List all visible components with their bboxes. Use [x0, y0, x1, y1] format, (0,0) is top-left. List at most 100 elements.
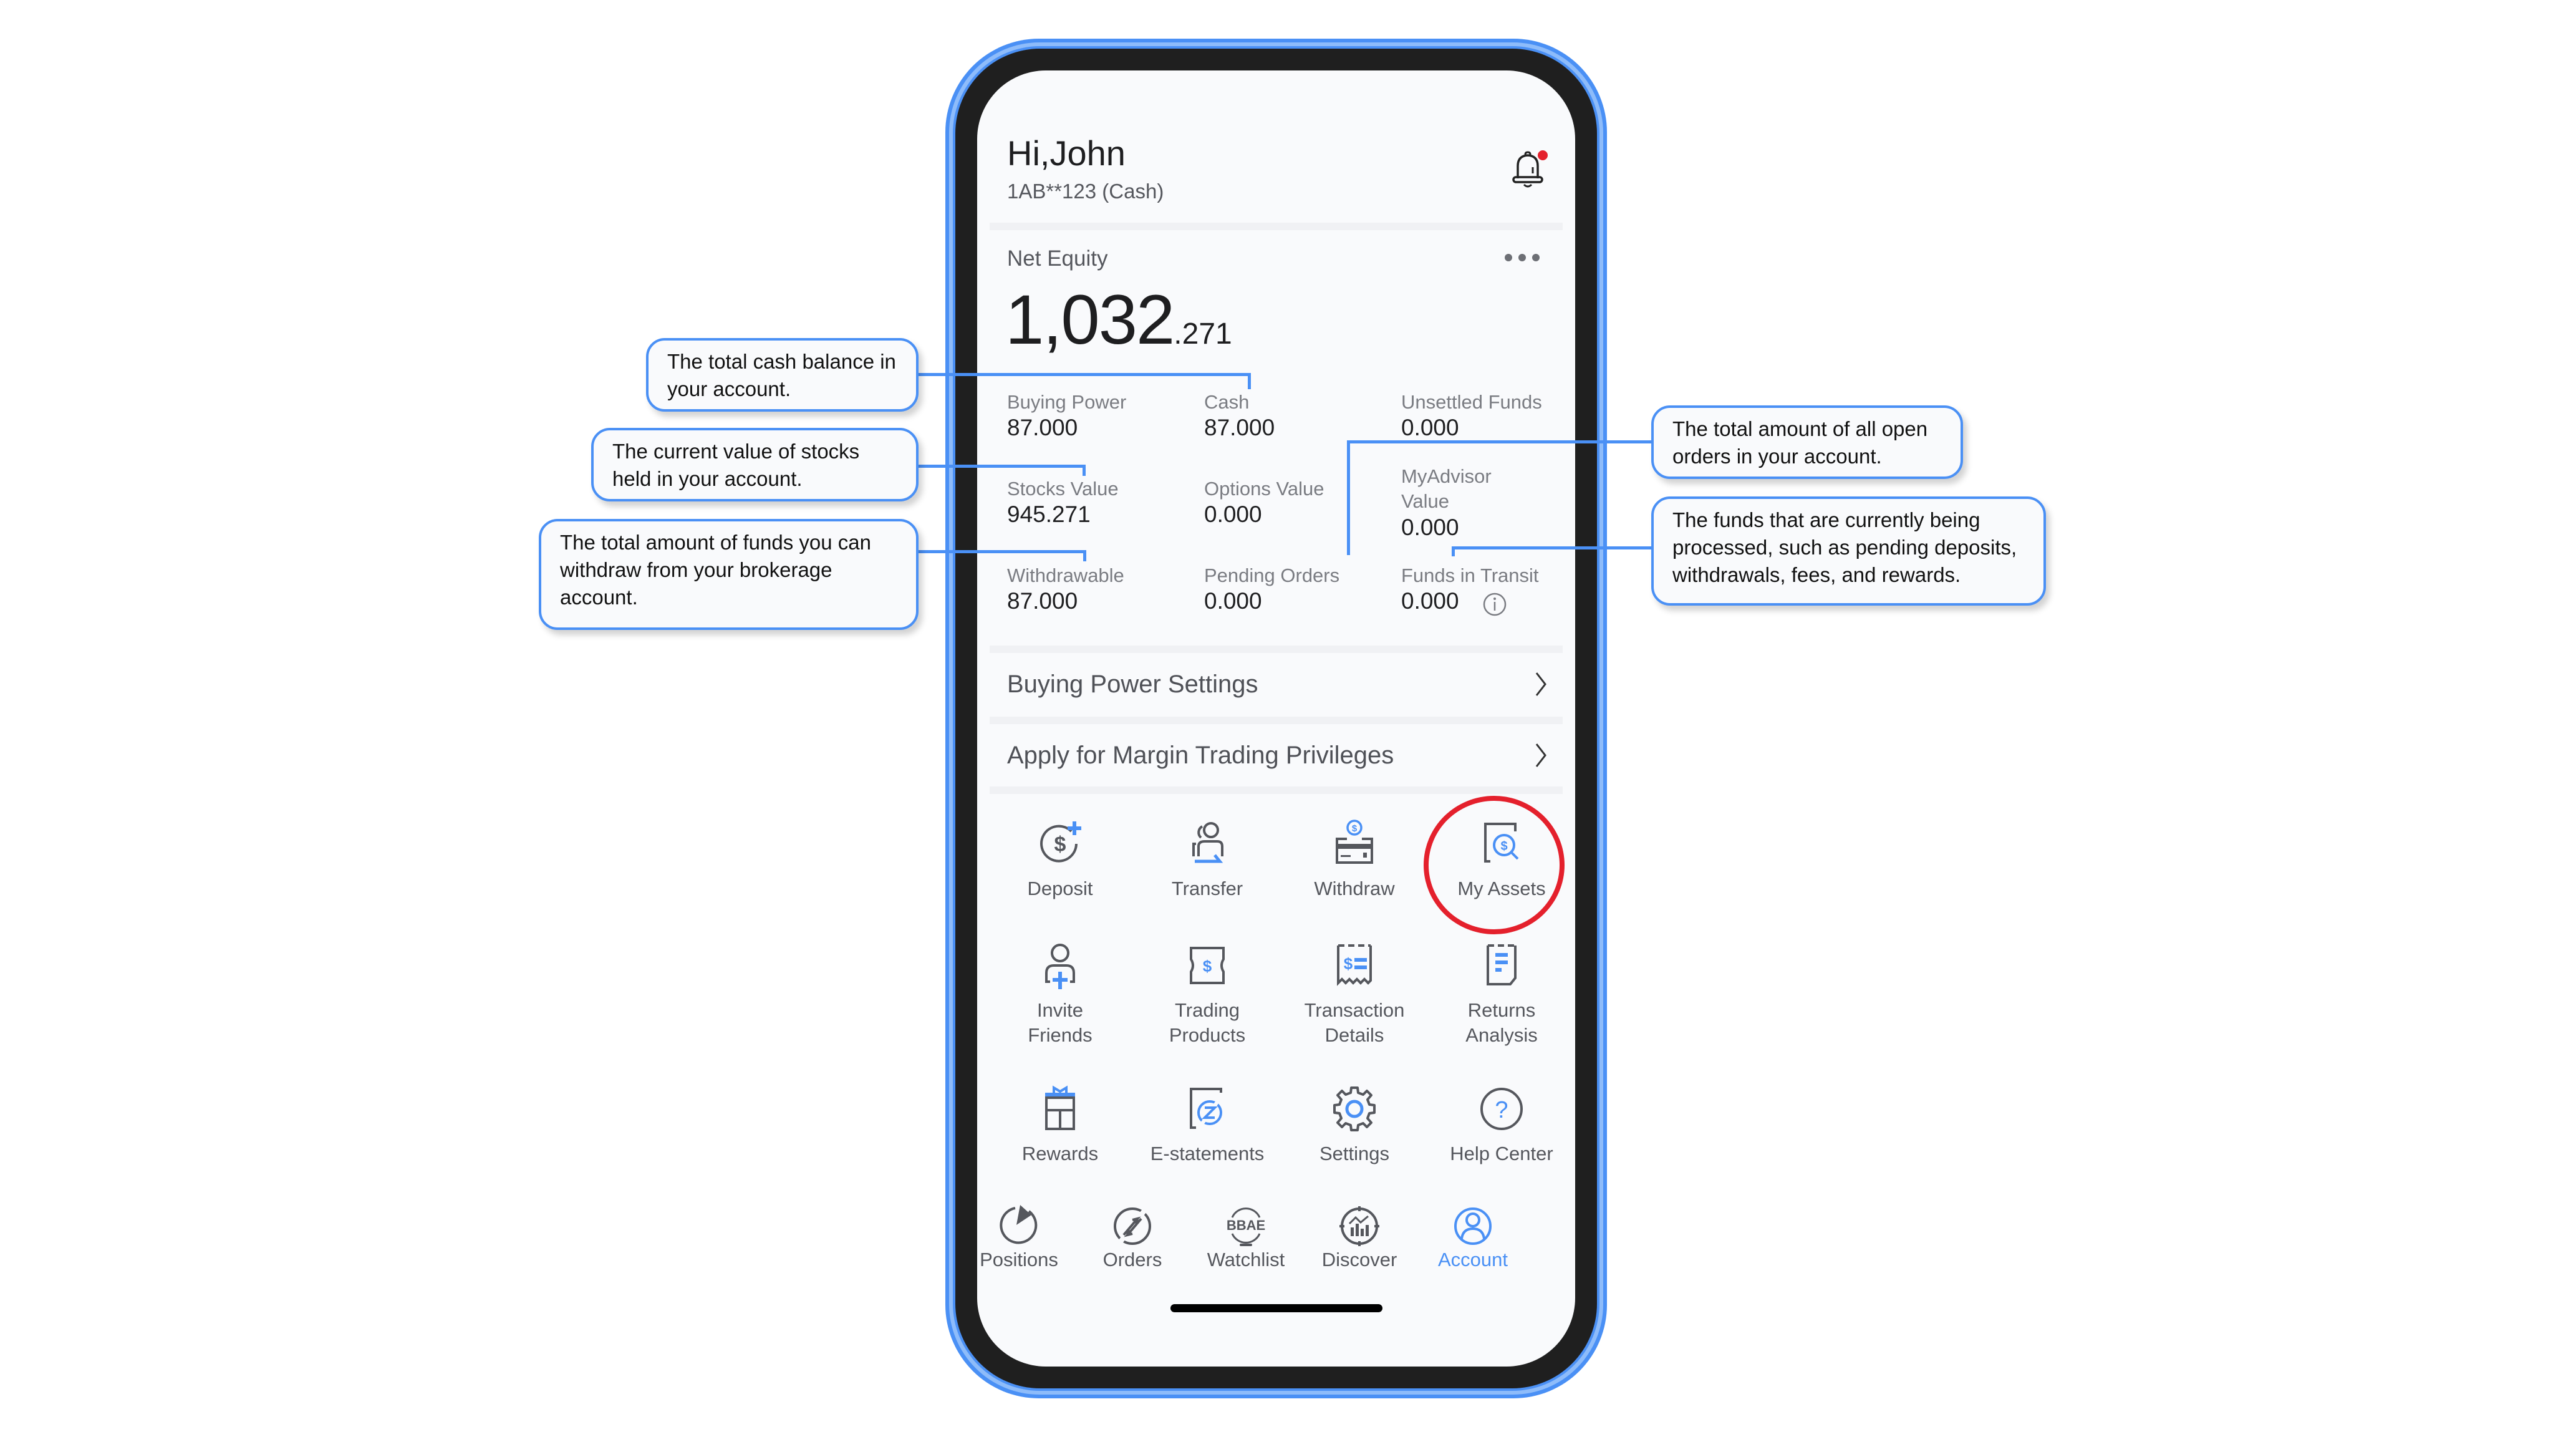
- tab-positions[interactable]: Positions: [977, 1202, 1078, 1271]
- divider: [990, 786, 1563, 794]
- returns-analysis-icon: [1487, 944, 1517, 985]
- stat-value-myadvisor-value: 0.000: [1401, 515, 1459, 540]
- help-center-icon: ?: [1480, 1088, 1523, 1130]
- grid-item-deposit[interactable]: $ Deposit: [991, 819, 1129, 901]
- grid-item-withdraw[interactable]: $ Withdraw: [1286, 819, 1423, 901]
- stat-value-withdrawable: 87.000: [1007, 588, 1078, 614]
- grid-item-label: Help Center: [1450, 1143, 1553, 1164]
- chevron-right-icon: [1535, 672, 1546, 696]
- grid-item-rewards[interactable]: Rewards: [991, 1084, 1129, 1166]
- withdraw-icon: $: [1336, 820, 1373, 864]
- grid-item-invite-friends[interactable]: Invite Friends: [991, 941, 1129, 1048]
- callout-cash: The total cash balance in your account.: [646, 338, 919, 412]
- stat-label-options-value: Options Value: [1204, 478, 1324, 500]
- info-icon: [1483, 593, 1507, 616]
- callout-stocks: The current value of stocks held in your…: [591, 428, 919, 501]
- connector-line-cash: [918, 373, 1251, 376]
- stat-value-options-value: 0.000: [1204, 501, 1262, 527]
- tab-label: Orders: [1102, 1249, 1162, 1270]
- net-equity-integer: 1,032: [1005, 281, 1175, 359]
- grid-item-label: Settings: [1319, 1143, 1389, 1164]
- svg-text:$: $: [1352, 823, 1358, 834]
- deposit-icon: $: [1040, 821, 1081, 863]
- grid-item-transfer[interactable]: Transfer: [1139, 819, 1276, 901]
- connector-line-funds-in-transit: [1452, 546, 1665, 549]
- grid-item-settings[interactable]: Settings: [1286, 1084, 1423, 1166]
- svg-text:$: $: [1054, 833, 1066, 856]
- divider: [990, 646, 1563, 653]
- tab-account[interactable]: Account: [1414, 1202, 1532, 1271]
- invite-friends-icon: [1045, 944, 1075, 989]
- net-equity-decimal: .271: [1174, 317, 1232, 351]
- notifications-button[interactable]: [1510, 148, 1548, 192]
- divider: [990, 717, 1563, 724]
- svg-text:BBAE: BBAE: [1227, 1217, 1265, 1233]
- stat-value-unsettled-funds: 0.000: [1401, 415, 1459, 440]
- connector-line-cash-drop: [1248, 373, 1251, 389]
- my-assets-highlight-circle: [1424, 796, 1565, 934]
- grid-item-label: Withdraw: [1314, 878, 1395, 899]
- tab-orders[interactable]: Orders: [1073, 1202, 1192, 1271]
- apply-margin-trading-row[interactable]: Apply for Margin Trading Privileges: [977, 724, 1575, 786]
- transfer-icon: [1192, 822, 1223, 863]
- chevron-right-icon: [1535, 743, 1546, 767]
- callout-pending-orders: The total amount of all open orders in y…: [1651, 405, 1963, 479]
- tab-discover[interactable]: Discover: [1300, 1202, 1419, 1271]
- account-selector[interactable]: 1AB**123 (Cash): [1007, 180, 1164, 203]
- connector-line-pending-orders: [1347, 440, 1665, 443]
- stat-label-myadvisor-value: MyAdvisor Value: [1401, 464, 1492, 514]
- grid-item-label: Transaction Details: [1304, 999, 1405, 1046]
- buying-power-settings-row[interactable]: Buying Power Settings: [977, 653, 1575, 715]
- stat-value-stocks-value: 945.271: [1007, 501, 1091, 527]
- tab-label: Positions: [980, 1249, 1058, 1270]
- svg-text:$: $: [1203, 957, 1212, 975]
- stat-label-myadvisor-line1: MyAdvisor: [1401, 465, 1492, 487]
- more-options-button[interactable]: [1501, 251, 1545, 264]
- stat-value-buying-power: 87.000: [1007, 415, 1078, 440]
- stat-label-buying-power: Buying Power: [1007, 391, 1127, 413]
- home-indicator[interactable]: [1170, 1304, 1382, 1312]
- rewards-icon: [1045, 1085, 1075, 1130]
- net-equity-value: 1,032.271: [1005, 279, 1232, 360]
- connector-line-stocks-drop: [1083, 465, 1086, 476]
- watchlist-icon: BBAE: [1227, 1207, 1265, 1246]
- phone-screen: Hi,John 1AB**123 (Cash) Net Equity 1,032…: [977, 70, 1575, 1367]
- funds-in-transit-info-button[interactable]: [1482, 592, 1507, 617]
- grid-item-label: Invite Friends: [1028, 999, 1093, 1046]
- settings-icon: [1333, 1086, 1376, 1131]
- stat-value-pending-orders: 0.000: [1204, 588, 1262, 614]
- stat-value-funds-in-transit: 0.000: [1401, 588, 1459, 614]
- orders-icon: [1114, 1207, 1151, 1245]
- tab-watchlist[interactable]: BBAE Watchlist: [1187, 1202, 1305, 1271]
- stat-label-stocks-value: Stocks Value: [1007, 478, 1119, 500]
- connector-line-withdrawable: [918, 550, 1086, 553]
- divider: [990, 223, 1563, 230]
- grid-item-label: Returns Analysis: [1465, 999, 1538, 1046]
- transaction-details-icon: $: [1337, 944, 1372, 986]
- grid-item-trading-products[interactable]: $ Trading Products: [1139, 941, 1276, 1048]
- account-icon: [1454, 1207, 1492, 1245]
- stat-label-funds-in-transit: Funds in Transit: [1401, 564, 1539, 586]
- grid-item-label: Rewards: [1021, 1143, 1099, 1164]
- callout-withdrawable: The total amount of funds you can withdr…: [539, 519, 919, 630]
- positions-icon: [1000, 1205, 1038, 1244]
- tab-label: Account: [1437, 1249, 1508, 1270]
- grid-item-label: Trading Products: [1169, 999, 1246, 1046]
- tab-label: Watchlist: [1207, 1249, 1285, 1270]
- connector-line-funds-in-transit-drop: [1452, 546, 1455, 556]
- stat-value-cash: 87.000: [1204, 415, 1275, 440]
- grid-item-transaction-details[interactable]: $ Transaction Details: [1286, 941, 1423, 1048]
- grid-item-label: Transfer: [1171, 878, 1243, 899]
- stat-label-unsettled-funds: Unsettled Funds: [1401, 391, 1542, 413]
- grid-item-help-center[interactable]: ? Help Center: [1433, 1084, 1570, 1166]
- connector-line-withdrawable-drop: [1083, 550, 1086, 561]
- stat-label-withdrawable: Withdrawable: [1007, 564, 1124, 586]
- callout-funds-in-transit: The funds that are currently being proce…: [1651, 496, 2046, 606]
- notification-badge: [1538, 150, 1548, 160]
- grid-item-e-statements[interactable]: E-statements: [1139, 1084, 1276, 1166]
- apply-margin-trading-label: Apply for Margin Trading Privileges: [1007, 742, 1394, 769]
- svg-text:$: $: [1344, 954, 1353, 973]
- tab-label: Discover: [1321, 1249, 1397, 1270]
- bell-icon: [1512, 150, 1548, 188]
- grid-item-returns-analysis[interactable]: Returns Analysis: [1433, 941, 1570, 1048]
